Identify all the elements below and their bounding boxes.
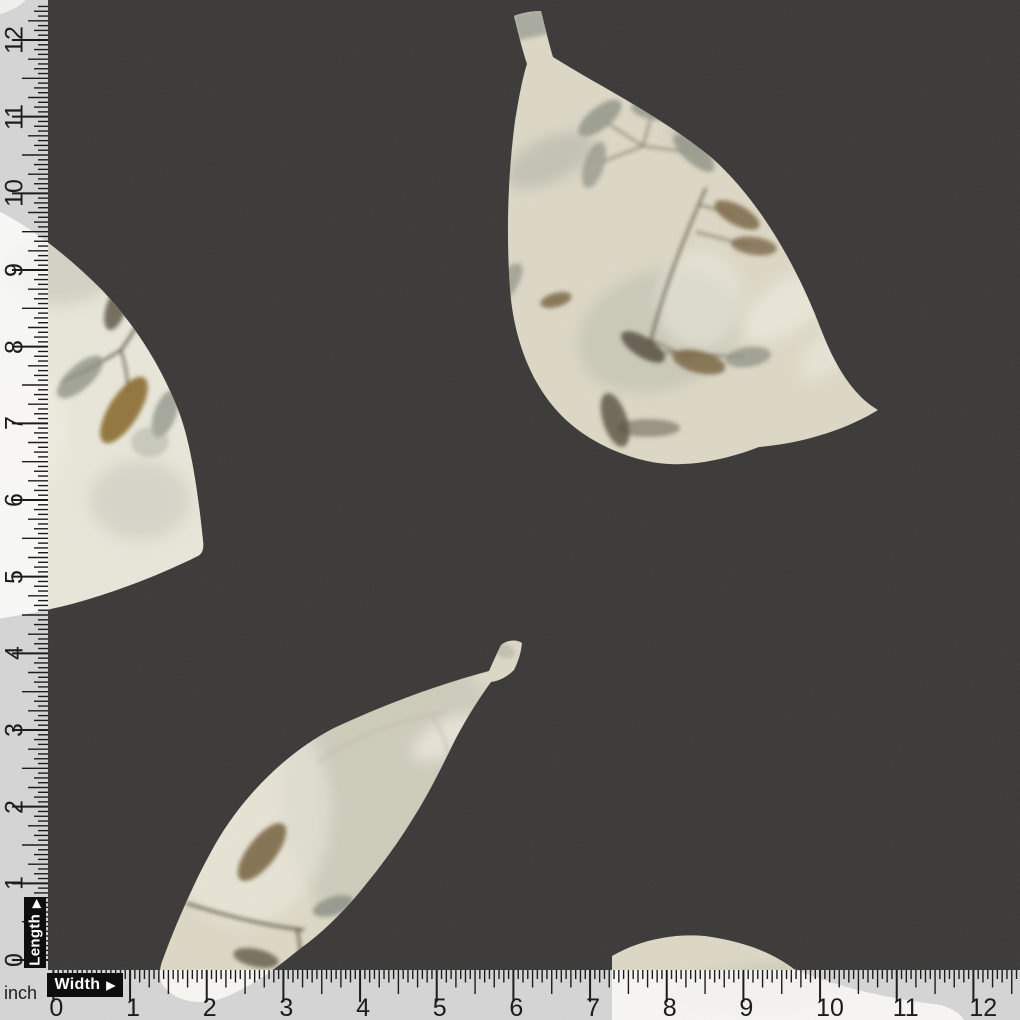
ruler-number: 4 [356,996,370,1020]
width-ruler-label: Width ▶ [47,973,123,997]
ruler-number: 1 [3,876,28,890]
ruler-number: 12 [969,996,997,1020]
ruler-number: 7 [586,996,600,1020]
right-arrow-icon: ▶ [106,978,115,992]
ruler-number: 10 [3,179,28,207]
ruler-number: 6 [509,996,523,1020]
ruler-number: 3 [279,996,293,1020]
ruler-number: 5 [3,570,28,584]
ruler-number: 12 [3,26,28,54]
ruler-number: 4 [3,646,28,660]
ruler-number: 2 [3,800,28,814]
ruler-number: 6 [3,493,28,507]
length-label-text: Length [27,914,44,966]
up-arrow-icon: ▶ [31,899,43,908]
ruler-number: 7 [3,416,28,430]
ruler-number: 5 [433,996,447,1020]
ruler-number: 3 [3,723,28,737]
ruler-number: 9 [739,996,753,1020]
width-label-text: Width [55,976,101,994]
fabric-swatch-mockup: 0123456789101112 Length▶ 012345678910111… [0,0,1020,1020]
width-ruler: 0123456789101112 Width▶ inch [0,970,1020,1020]
length-ruler: 0123456789101112 Length▶ [0,0,48,970]
ruler-number: 8 [3,340,28,354]
length-ruler-ticks [0,0,48,970]
ruler-number: 10 [816,996,844,1020]
ruler-number: 2 [203,996,217,1020]
ruler-number: 8 [663,996,677,1020]
length-ruler-label: Length ▶ [24,897,46,968]
ruler-number: 11 [893,996,919,1020]
ruler-number: 9 [3,263,28,277]
fabric-pattern [0,0,1020,1020]
unit-label: inch [4,983,37,1004]
ruler-number: 1 [126,996,140,1020]
fabric-texture [0,0,1020,1020]
ruler-number: 0 [49,996,63,1020]
ruler-number: 11 [3,104,28,130]
